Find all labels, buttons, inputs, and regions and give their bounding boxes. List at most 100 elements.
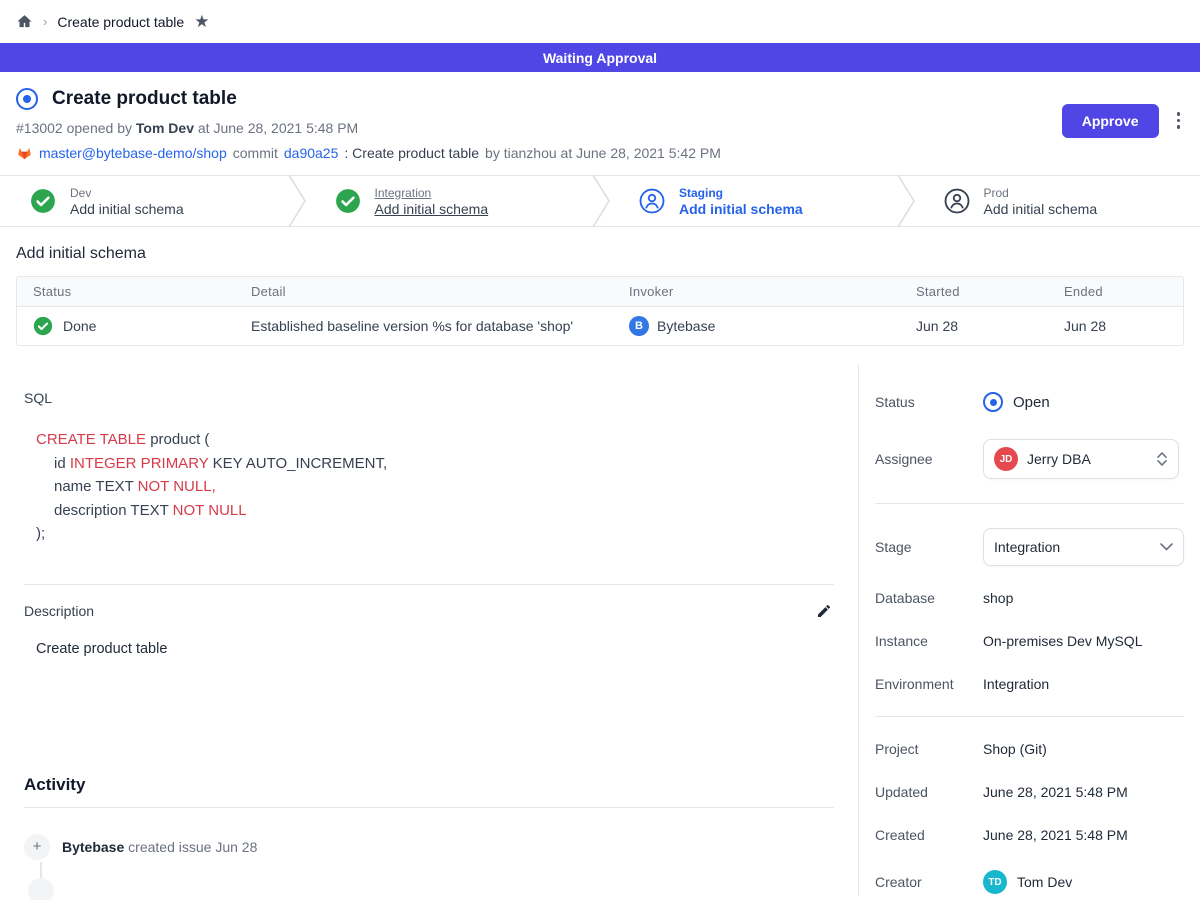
- creator-row: Creator TD Tom Dev: [875, 870, 1184, 894]
- main-column: SQL CREATE TABLE product ( id INTEGER PR…: [0, 364, 858, 896]
- stage-separator: [896, 176, 916, 226]
- sql-line: description TEXT NOT NULL: [36, 499, 842, 523]
- task-started-cell: Jun 28: [916, 318, 1064, 334]
- up-down-chevron-icon: [1156, 451, 1168, 467]
- commit-hash-link[interactable]: da90a25: [284, 145, 339, 161]
- stage-row: Stage Integration: [875, 528, 1184, 566]
- col-started: Started: [916, 284, 1064, 299]
- approve-button[interactable]: Approve: [1062, 104, 1159, 138]
- stage-select[interactable]: Integration: [983, 528, 1184, 566]
- sql-code-block: CREATE TABLE product ( id INTEGER PRIMAR…: [24, 428, 842, 546]
- created-row: Created June 28, 2021 5:48 PM: [875, 827, 1184, 843]
- sidebar: Status Open Assignee JD Jerry DBA Stage …: [858, 364, 1200, 896]
- commit-line: master@bytebase-demo/shop commit da90a25…: [16, 144, 721, 161]
- activity-connector: [40, 862, 42, 878]
- description-label: Description: [24, 603, 94, 619]
- col-ended: Ended: [1064, 284, 1183, 299]
- status-banner-text: Waiting Approval: [543, 50, 657, 66]
- status-row: Status Open: [875, 392, 1184, 412]
- creator-name: Tom Dev: [1017, 874, 1072, 890]
- task-status-text: Done: [63, 318, 96, 334]
- task-invoker-cell: B Bytebase: [629, 316, 916, 336]
- creator-label: Creator: [875, 874, 983, 890]
- divider: [24, 584, 834, 585]
- stage-prod[interactable]: Prod Add initial schema: [916, 176, 1200, 226]
- creator-avatar: TD: [983, 870, 1007, 894]
- gitlab-icon: [16, 144, 33, 161]
- database-value: shop: [983, 590, 1013, 606]
- edit-pencil-icon[interactable]: [816, 603, 832, 619]
- database-row: Database shop: [875, 590, 1184, 606]
- database-label: Database: [875, 590, 983, 606]
- task-table-header: Status Detail Invoker Started Ended: [17, 277, 1183, 307]
- stage-dev[interactable]: Dev Add initial schema: [0, 176, 287, 226]
- pipeline-stages: Dev Add initial schema Integration Add i…: [0, 175, 1200, 227]
- updated-row: Updated June 28, 2021 5:48 PM: [875, 784, 1184, 800]
- description-text: Create product table: [24, 641, 842, 657]
- stage-env-label: Integration: [375, 186, 489, 200]
- open-status-icon: [983, 392, 1003, 412]
- project-value: Shop (Git): [983, 741, 1047, 757]
- task-table: Status Detail Invoker Started Ended Done…: [16, 276, 1184, 346]
- task-row[interactable]: Done Established baseline version %s for…: [17, 307, 1183, 345]
- sql-line: CREATE TABLE product (: [36, 428, 842, 452]
- home-icon[interactable]: [16, 13, 33, 30]
- stage-env-label: Prod: [984, 186, 1098, 200]
- activity-action: created issue Jun 28: [128, 839, 257, 855]
- issue-id-text: #13002 opened by: [16, 120, 132, 136]
- activity-item: + Bytebase created issue Jun 28: [24, 834, 842, 860]
- divider: [875, 716, 1184, 717]
- invoker-name: Bytebase: [657, 318, 715, 334]
- breadcrumb: › Create product table ★: [0, 0, 1200, 43]
- issue-open-status-icon: [16, 88, 38, 110]
- assignee-select[interactable]: JD Jerry DBA: [983, 439, 1179, 479]
- activity-author: Bytebase: [62, 839, 124, 855]
- project-label: Project: [875, 741, 983, 757]
- updated-label: Updated: [875, 784, 983, 800]
- stage-env-label: Staging: [679, 186, 803, 200]
- star-icon[interactable]: ★: [194, 13, 209, 30]
- pending-user-icon: [944, 188, 970, 214]
- issue-meta: #13002 opened by Tom Dev at June 28, 202…: [16, 120, 721, 136]
- instance-row: Instance On-premises Dev MySQL: [875, 633, 1184, 649]
- activity-next-marker: [28, 878, 54, 900]
- sql-line: );: [36, 522, 842, 546]
- created-value: June 28, 2021 5:48 PM: [983, 827, 1128, 843]
- commit-branch-link[interactable]: master@bytebase-demo/shop: [39, 145, 227, 161]
- created-label: Created: [875, 827, 983, 843]
- environment-value: Integration: [983, 676, 1049, 692]
- task-section-heading: Add initial schema: [16, 245, 1184, 263]
- col-detail: Detail: [251, 284, 629, 299]
- status-value: Open: [1013, 394, 1050, 411]
- issue-opened-time: at June 28, 2021 5:48 PM: [198, 120, 358, 136]
- task-detail-cell: Established baseline version %s for data…: [251, 318, 629, 334]
- instance-label: Instance: [875, 633, 983, 649]
- assignee-avatar: JD: [994, 447, 1018, 471]
- page-title: Create product table: [52, 88, 237, 110]
- commit-byline: by tianzhou at June 28, 2021 5:42 PM: [485, 145, 721, 161]
- assignee-name: Jerry DBA: [1027, 451, 1147, 467]
- project-row: Project Shop (Git): [875, 741, 1184, 757]
- updated-value: June 28, 2021 5:48 PM: [983, 784, 1128, 800]
- more-actions-icon[interactable]: [1173, 104, 1185, 137]
- assignee-label: Assignee: [875, 451, 983, 467]
- stage-task-label: Add initial schema: [70, 201, 184, 217]
- pending-user-icon: [639, 188, 665, 214]
- sql-line: id INTEGER PRIMARY KEY AUTO_INCREMENT,: [36, 452, 842, 476]
- sql-line: name TEXT NOT NULL,: [36, 475, 842, 499]
- commit-word: commit: [233, 145, 278, 161]
- sql-section-label: SQL: [24, 390, 842, 406]
- commit-message: : Create product table: [344, 145, 479, 161]
- stage-separator: [287, 176, 307, 226]
- task-ended-cell: Jun 28: [1064, 318, 1183, 334]
- col-status: Status: [33, 284, 251, 299]
- stage-task-label: Add initial schema: [984, 201, 1098, 217]
- plus-icon: +: [24, 834, 50, 860]
- check-circle-icon: [335, 188, 361, 214]
- stage-integration[interactable]: Integration Add initial schema: [307, 176, 592, 226]
- stage-staging[interactable]: Staging Add initial schema: [611, 176, 896, 226]
- environment-label: Environment: [875, 676, 983, 692]
- stage-task-label: Add initial schema: [375, 201, 489, 217]
- issue-header: Create product table #13002 opened by To…: [0, 72, 1200, 175]
- breadcrumb-title[interactable]: Create product table: [57, 14, 184, 30]
